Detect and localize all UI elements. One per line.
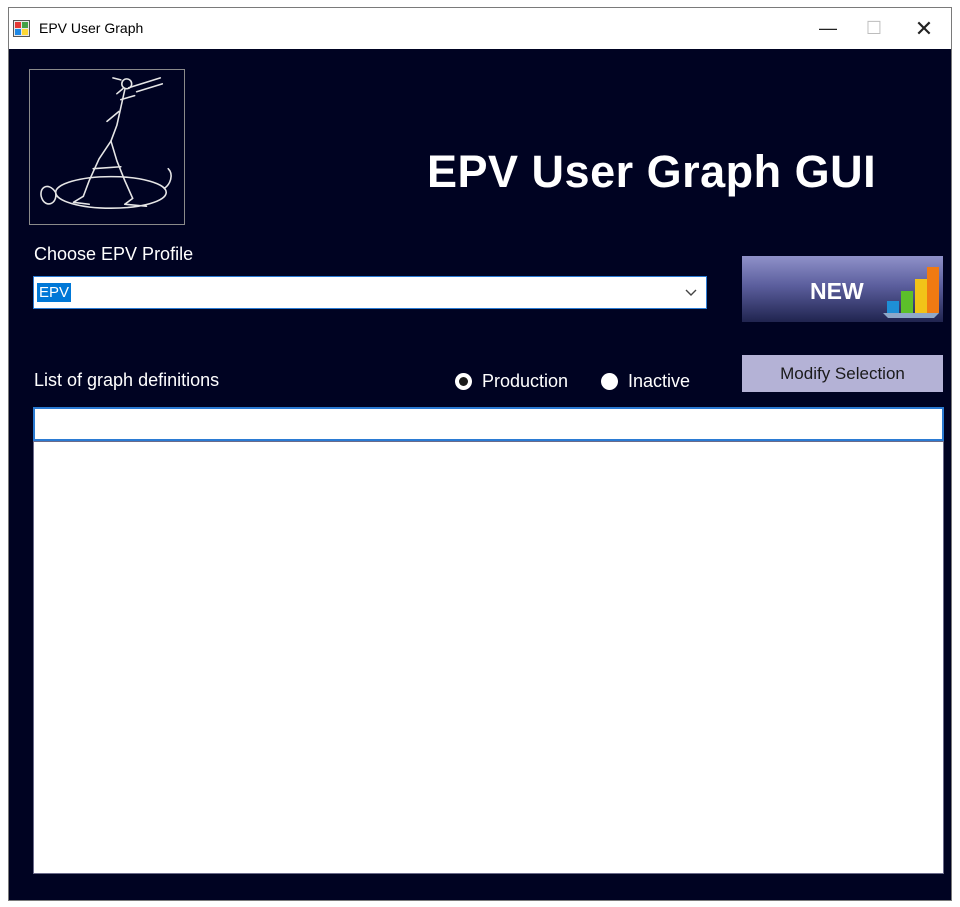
app-window: EPV User Graph — ☐ ✕ EPV User Graph GUI … (8, 7, 952, 901)
inactive-radio-label[interactable]: Inactive (628, 371, 690, 392)
maximize-button[interactable]: ☐ (851, 8, 897, 49)
production-radio[interactable]: Production (455, 370, 568, 392)
profile-dropdown[interactable]: EPV (33, 276, 707, 309)
new-graph-button-label: NEW (810, 278, 864, 304)
radio-unchecked-icon[interactable] (601, 372, 618, 390)
app-title: EPV User Graph GUI (427, 146, 877, 197)
profile-dropdown-value[interactable]: EPV (37, 283, 72, 302)
inactive-radio[interactable]: Inactive (601, 370, 690, 392)
modify-selection-button[interactable]: Modify Selection (742, 355, 943, 392)
graph-definitions-label: List of graph definitions (34, 370, 220, 390)
production-radio-label[interactable]: Production (482, 371, 568, 392)
graph-filter-input[interactable] (33, 407, 944, 441)
bar-chart-icon (883, 267, 939, 318)
new-graph-button[interactable]: NEW (742, 256, 943, 322)
piper-figure-logo (29, 69, 185, 225)
radio-checked-icon[interactable] (455, 372, 472, 390)
app-window-icon (13, 20, 30, 37)
graph-definitions-list[interactable] (33, 441, 944, 874)
profile-label: Choose EPV Profile (34, 244, 194, 264)
close-button[interactable]: ✕ (901, 8, 947, 49)
chevron-down-icon[interactable] (684, 282, 698, 302)
window-title: EPV User Graph (39, 20, 144, 36)
minimize-button[interactable]: — (805, 8, 851, 49)
title-bar[interactable]: EPV User Graph — ☐ ✕ (9, 8, 951, 49)
